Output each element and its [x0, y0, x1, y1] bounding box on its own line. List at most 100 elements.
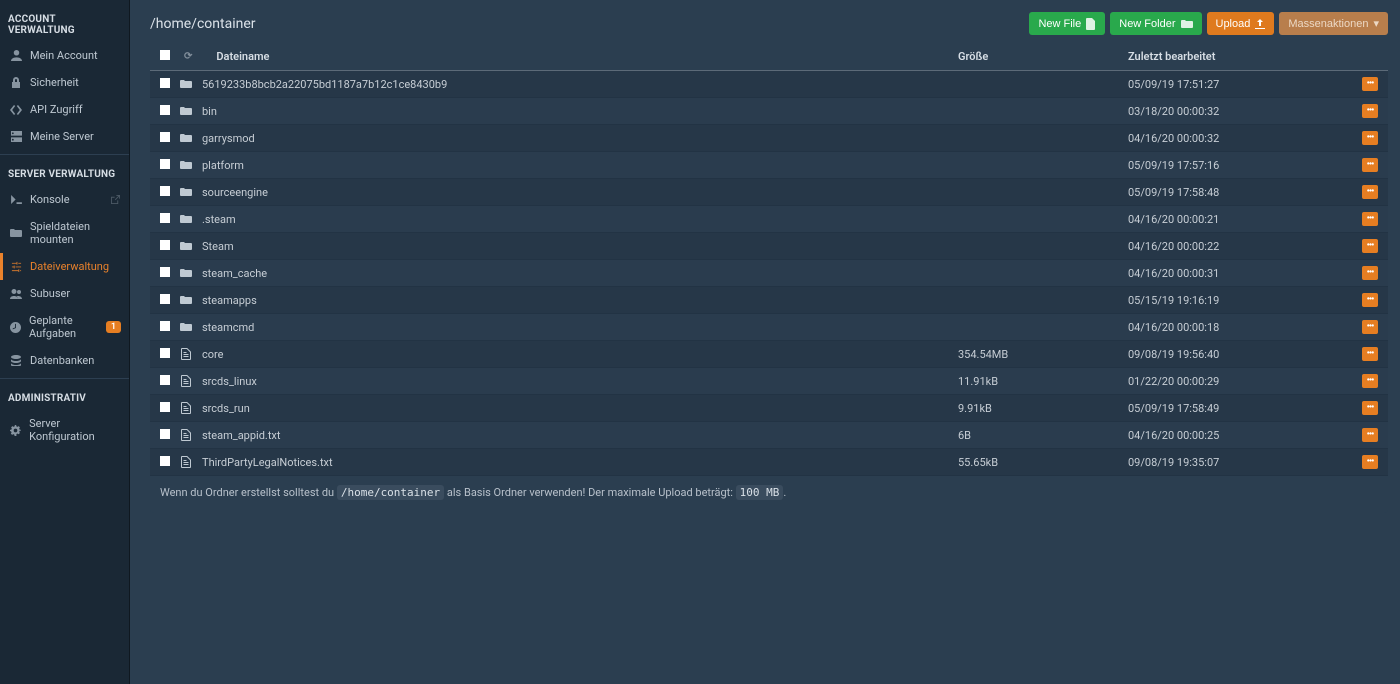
- sidebar-item-label: Dateiverwaltung: [30, 260, 109, 273]
- header-name: Dateiname: [216, 50, 958, 63]
- file-name[interactable]: 5619233b8bcb2a22075bd1187a7b12c1ce8430b9: [202, 78, 958, 91]
- file-name[interactable]: garrysmod: [202, 132, 958, 145]
- table-row[interactable]: bin03/18/20 00:00:32•••: [150, 98, 1388, 125]
- file-name[interactable]: srcds_run: [202, 402, 958, 415]
- sidebar-item[interactable]: Server Konfiguration: [0, 410, 129, 450]
- table-row[interactable]: garrysmod 04/16/20 00:00:32 •••: [150, 125, 1388, 152]
- table-row[interactable]: steamapps05/15/19 19:16:19•••: [150, 287, 1388, 314]
- footer-code: 100 MB: [736, 485, 784, 500]
- file-name[interactable]: Steam: [202, 240, 958, 253]
- table-row[interactable]: steam_appid.txt6B04/16/20 00:00:25•••: [150, 422, 1388, 449]
- file-icon: [178, 456, 194, 468]
- file-size: 354.54MB: [958, 348, 1128, 361]
- sidebar-item[interactable]: Subuser: [0, 280, 129, 307]
- file-icon: [178, 429, 194, 441]
- new-folder-button[interactable]: New Folder: [1110, 12, 1201, 35]
- row-checkbox[interactable]: [160, 159, 170, 169]
- file-name[interactable]: sourceengine: [202, 186, 958, 199]
- row-actions-button[interactable]: •••: [1362, 239, 1378, 253]
- row-checkbox[interactable]: [160, 240, 170, 250]
- select-all-checkbox[interactable]: [160, 50, 170, 60]
- row-actions-button[interactable]: •••: [1362, 374, 1378, 388]
- file-name[interactable]: steam_cache: [202, 267, 958, 280]
- file-icon: [178, 348, 194, 360]
- table-row[interactable]: steam_cache 04/16/20 00:00:31 •••: [150, 260, 1388, 287]
- sidebar-item[interactable]: Datenbanken: [0, 347, 129, 374]
- row-checkbox[interactable]: [160, 132, 170, 142]
- sidebar-item[interactable]: Geplante Aufgaben1: [0, 307, 129, 347]
- file-date: 04/16/20 00:00:21: [1128, 213, 1358, 226]
- refresh-icon[interactable]: ⟳: [184, 51, 192, 62]
- table-row[interactable]: steamcmd04/16/20 00:00:18•••: [150, 314, 1388, 341]
- sidebar-item[interactable]: Spieldateien mounten: [0, 213, 129, 253]
- file-date: 09/08/19 19:56:40: [1128, 348, 1358, 361]
- row-actions-button[interactable]: •••: [1362, 158, 1378, 172]
- row-checkbox[interactable]: [160, 267, 170, 277]
- table-row[interactable]: ThirdPartyLegalNotices.txt55.65kB09/08/1…: [150, 449, 1388, 476]
- row-checkbox[interactable]: [160, 375, 170, 385]
- footer-text: Wenn du Ordner erstellst solltest du: [160, 486, 337, 499]
- file-name[interactable]: platform: [202, 159, 958, 172]
- row-actions-button[interactable]: •••: [1362, 104, 1378, 118]
- sidebar-item-label: Mein Account: [30, 49, 98, 62]
- row-actions-button[interactable]: •••: [1362, 131, 1378, 145]
- file-name[interactable]: ThirdPartyLegalNotices.txt: [202, 456, 958, 469]
- table-row[interactable]: core354.54MB09/08/19 19:56:40 •••: [150, 341, 1388, 368]
- row-checkbox[interactable]: [160, 78, 170, 88]
- table-row[interactable]: srcds_run9.91kB05/09/19 17:58:49•••: [150, 395, 1388, 422]
- folder-icon: [178, 79, 194, 89]
- row-checkbox[interactable]: [160, 186, 170, 196]
- row-checkbox[interactable]: [160, 456, 170, 466]
- folder-icon: [178, 133, 194, 143]
- row-checkbox[interactable]: [160, 213, 170, 223]
- table-row[interactable]: Steam04/16/20 00:00:22•••: [150, 233, 1388, 260]
- sidebar-item[interactable]: Mein Account: [0, 42, 129, 69]
- new-file-button[interactable]: New File: [1029, 12, 1105, 35]
- sidebar-item[interactable]: API Zugriff: [0, 96, 129, 123]
- file-name[interactable]: steamapps: [202, 294, 958, 307]
- row-checkbox[interactable]: [160, 402, 170, 412]
- file-name[interactable]: bin: [202, 105, 958, 118]
- sidebar-item[interactable]: Sicherheit: [0, 69, 129, 96]
- file-table-header: ⟳ Dateiname Größe Zuletzt bearbeitet: [150, 43, 1388, 71]
- file-plus-icon: [1086, 18, 1096, 30]
- row-checkbox[interactable]: [160, 294, 170, 304]
- table-row[interactable]: srcds_linux11.91kB01/22/20 00:00:29•••: [150, 368, 1388, 395]
- row-actions-button[interactable]: •••: [1362, 77, 1378, 91]
- table-row[interactable]: platform05/09/19 17:57:16•••: [150, 152, 1388, 179]
- table-row[interactable]: sourceengine05/09/19 17:58:48•••: [150, 179, 1388, 206]
- footer-note: Wenn du Ordner erstellst solltest du /ho…: [150, 476, 1388, 513]
- mass-actions-button[interactable]: Massenaktionen ▾: [1279, 12, 1388, 35]
- sidebar-item-label: Konsole: [30, 193, 70, 206]
- folder-open-icon: [10, 227, 22, 239]
- sidebar-item[interactable]: Konsole: [0, 186, 129, 213]
- row-actions-button[interactable]: •••: [1362, 185, 1378, 199]
- file-name[interactable]: core: [202, 348, 958, 361]
- row-actions-button[interactable]: •••: [1362, 455, 1378, 469]
- row-checkbox[interactable]: [160, 348, 170, 358]
- file-date: 04/16/20 00:00:32: [1128, 132, 1358, 145]
- sidebar-item[interactable]: Dateiverwaltung: [0, 253, 129, 280]
- row-checkbox[interactable]: [160, 429, 170, 439]
- clock-icon: [10, 321, 21, 333]
- file-date: 05/09/19 17:51:27: [1128, 78, 1358, 91]
- row-actions-button[interactable]: •••: [1362, 428, 1378, 442]
- upload-button[interactable]: Upload: [1207, 12, 1275, 35]
- row-actions-button[interactable]: •••: [1362, 266, 1378, 280]
- row-checkbox[interactable]: [160, 321, 170, 331]
- row-actions-button[interactable]: •••: [1362, 347, 1378, 361]
- row-checkbox[interactable]: [160, 105, 170, 115]
- row-actions-button[interactable]: •••: [1362, 320, 1378, 334]
- row-actions-button[interactable]: •••: [1362, 401, 1378, 415]
- file-name[interactable]: .steam: [202, 213, 958, 226]
- sidebar-item[interactable]: Meine Server: [0, 123, 129, 150]
- row-actions-button[interactable]: •••: [1362, 212, 1378, 226]
- table-row[interactable]: 5619233b8bcb2a22075bd1187a7b12c1ce8430b9…: [150, 71, 1388, 98]
- file-name[interactable]: srcds_linux: [202, 375, 958, 388]
- table-row[interactable]: .steam 04/16/20 00:00:21 •••: [150, 206, 1388, 233]
- file-name[interactable]: steamcmd: [202, 321, 958, 334]
- row-actions-button[interactable]: •••: [1362, 293, 1378, 307]
- sidebar-section-title: ADMINISTRATIV: [0, 383, 129, 410]
- file-date: 04/16/20 00:00:31: [1128, 267, 1358, 280]
- file-name[interactable]: steam_appid.txt: [202, 429, 958, 442]
